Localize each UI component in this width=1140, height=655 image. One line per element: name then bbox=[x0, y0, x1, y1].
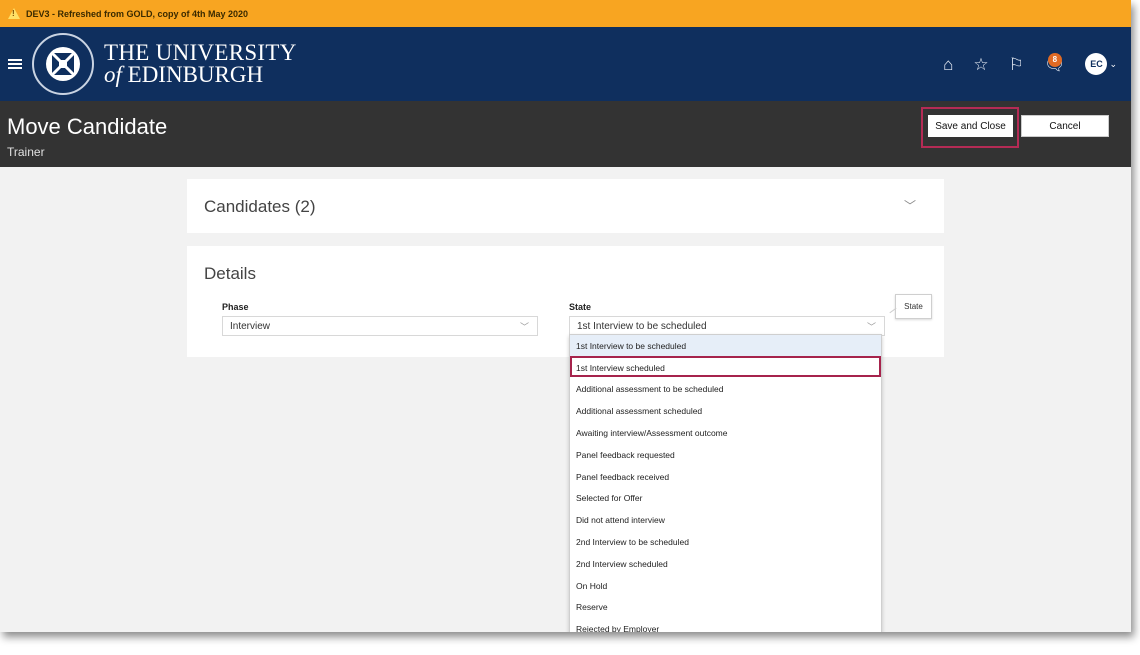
state-dropdown-list[interactable]: 1st Interview to be scheduled 1st Interv… bbox=[569, 334, 882, 632]
candidates-section[interactable]: Candidates (2) ﹀ bbox=[187, 179, 944, 233]
state-tooltip: State bbox=[895, 294, 932, 319]
list-item[interactable]: On Hold bbox=[570, 575, 881, 597]
list-item[interactable]: 2nd Interview to be scheduled bbox=[570, 531, 881, 553]
list-item[interactable]: Reserve bbox=[570, 597, 881, 619]
list-item[interactable]: Additional assessment to be scheduled bbox=[570, 379, 881, 401]
logo-line-2: of EDINBURGH bbox=[104, 62, 297, 87]
state-value: 1st Interview to be scheduled bbox=[577, 320, 707, 332]
favorites-star-icon[interactable]: ☆ bbox=[973, 56, 988, 73]
list-item[interactable]: Panel feedback received bbox=[570, 466, 881, 488]
list-item[interactable]: Awaiting interview/Assessment outcome bbox=[570, 422, 881, 444]
phase-select[interactable]: Interview ﹀ bbox=[222, 316, 538, 336]
list-item[interactable]: 2nd Interview scheduled bbox=[570, 553, 881, 575]
save-and-close-button[interactable]: Save and Close bbox=[928, 115, 1013, 137]
notification-badge: 8 bbox=[1047, 52, 1062, 67]
page-subtitle: Trainer bbox=[7, 145, 45, 159]
details-title: Details bbox=[204, 264, 256, 283]
notifications-icon[interactable]: 🗨8 bbox=[1044, 52, 1065, 73]
list-item[interactable]: Rejected by Employer bbox=[570, 618, 881, 632]
chevron-down-icon: ⌄ bbox=[1109, 58, 1117, 69]
university-crest-logo[interactable] bbox=[32, 33, 94, 95]
avatar: EC bbox=[1085, 53, 1108, 75]
list-item[interactable]: Additional assessment scheduled bbox=[570, 400, 881, 422]
menu-icon[interactable] bbox=[8, 57, 22, 71]
environment-banner: DEV3 - Refreshed from GOLD, copy of 4th … bbox=[0, 0, 1131, 27]
warning-icon bbox=[8, 8, 20, 19]
page-title-bar: Move Candidate Trainer Save and Close Ca… bbox=[0, 101, 1131, 167]
home-icon[interactable]: ⌂ bbox=[943, 56, 953, 73]
app-frame: DEV3 - Refreshed from GOLD, copy of 4th … bbox=[0, 0, 1131, 632]
list-item[interactable]: 1st Interview to be scheduled bbox=[570, 335, 881, 357]
logo-line-1: THE UNIVERSITY bbox=[104, 40, 297, 65]
phase-value: Interview bbox=[230, 320, 271, 332]
watchlist-flag-icon[interactable]: ⚐ bbox=[1009, 56, 1024, 73]
page-title: Move Candidate bbox=[7, 114, 168, 139]
cancel-button[interactable]: Cancel bbox=[1021, 115, 1109, 137]
list-item[interactable]: Did not attend interview bbox=[570, 509, 881, 531]
state-label: State bbox=[569, 302, 592, 312]
chevron-down-icon[interactable]: ﹀ bbox=[904, 197, 916, 214]
state-select[interactable]: 1st Interview to be scheduled ﹀ bbox=[569, 316, 885, 336]
phase-label: Phase bbox=[222, 302, 249, 312]
logo-edinburgh: EDINBURGH bbox=[127, 62, 264, 87]
logo-prefix: of bbox=[104, 62, 122, 87]
global-header: THE UNIVERSITY of EDINBURGH ⌂ ☆ ⚐ 🗨8 EC … bbox=[0, 27, 1131, 101]
candidates-title: Candidates (2) bbox=[204, 197, 316, 216]
list-item[interactable]: Selected for Offer bbox=[570, 488, 881, 510]
header-icons: ⌂ ☆ ⚐ 🗨8 EC ⌄ bbox=[943, 27, 1117, 101]
university-name: THE UNIVERSITY of EDINBURGH bbox=[104, 40, 297, 87]
chevron-down-icon: ﹀ bbox=[519, 322, 529, 332]
list-item[interactable]: 1st Interview scheduled bbox=[570, 357, 881, 379]
chevron-down-icon: ﹀ bbox=[866, 322, 876, 332]
list-item[interactable]: Panel feedback requested bbox=[570, 444, 881, 466]
banner-text: DEV3 - Refreshed from GOLD, copy of 4th … bbox=[26, 8, 249, 19]
user-menu[interactable]: EC ⌄ bbox=[1085, 53, 1117, 75]
